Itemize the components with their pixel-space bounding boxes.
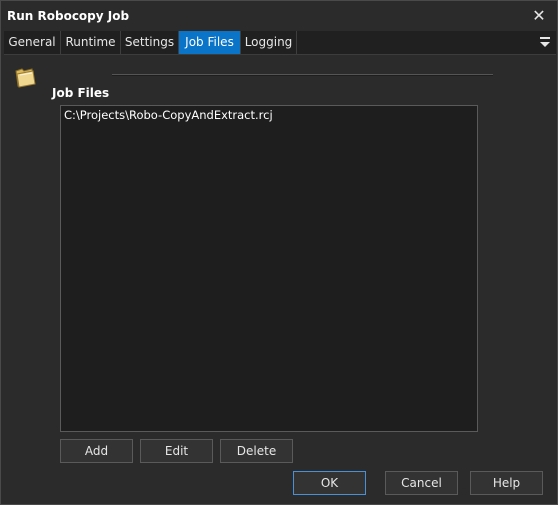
close-icon: ✕ bbox=[532, 6, 546, 25]
tab-job-files[interactable]: Job Files bbox=[179, 31, 241, 54]
list-item[interactable]: C:\Projects\Robo-CopyAndExtract.rcj bbox=[64, 108, 273, 122]
job-files-list[interactable]: C:\Projects\Robo-CopyAndExtract.rcj bbox=[60, 105, 478, 432]
edit-button[interactable]: Edit bbox=[140, 439, 213, 463]
menu-icon[interactable] bbox=[538, 35, 552, 49]
window-title: Run Robocopy Job bbox=[7, 9, 130, 23]
ok-button[interactable]: OK bbox=[293, 471, 366, 495]
add-button[interactable]: Add bbox=[60, 439, 133, 463]
tab-logging[interactable]: Logging bbox=[241, 31, 297, 54]
help-button[interactable]: Help bbox=[470, 471, 543, 495]
group-label-job-files: Job Files bbox=[52, 86, 110, 100]
tab-settings[interactable]: Settings bbox=[121, 31, 179, 54]
folder-icon bbox=[13, 65, 37, 89]
group-divider bbox=[112, 74, 493, 76]
tab-runtime[interactable]: Runtime bbox=[61, 31, 121, 54]
close-button[interactable]: ✕ bbox=[529, 6, 549, 26]
tab-bar: General Runtime Settings Job Files Loggi… bbox=[4, 31, 556, 55]
dialog-window: Run Robocopy Job ✕ General Runtime Setti… bbox=[0, 0, 558, 505]
tab-content-job-files: Job Files C:\Projects\Robo-CopyAndExtrac… bbox=[1, 55, 557, 504]
cancel-button[interactable]: Cancel bbox=[385, 471, 458, 495]
delete-button[interactable]: Delete bbox=[220, 439, 293, 463]
title-bar: Run Robocopy Job ✕ bbox=[1, 1, 557, 31]
tab-general[interactable]: General bbox=[4, 31, 61, 54]
